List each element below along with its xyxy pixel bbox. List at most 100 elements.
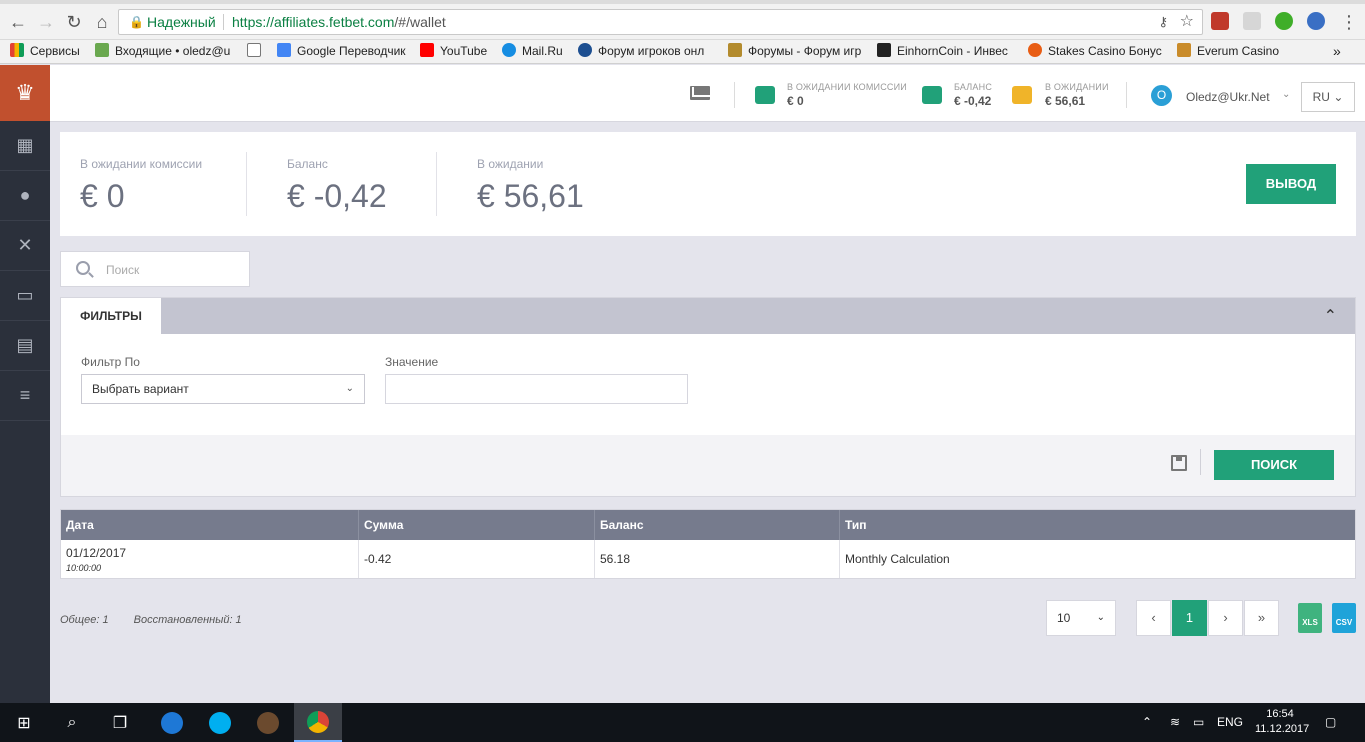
- bookmark-stakes-casino[interactable]: Stakes Casino Бонус: [1028, 40, 1162, 64]
- shield-extension-icon[interactable]: [1243, 12, 1261, 30]
- chrome-icon[interactable]: [294, 703, 342, 742]
- column-header-amount[interactable]: Сумма: [359, 510, 595, 540]
- balance-label: БАЛАНС: [954, 82, 993, 92]
- user-email[interactable]: Oledz@Ukr.Net: [1186, 90, 1270, 104]
- notifications-icon[interactable]: ▢: [1325, 703, 1336, 742]
- green-extension-icon[interactable]: [1275, 12, 1293, 30]
- home-icon[interactable]: ⌂: [90, 10, 114, 34]
- wallet-icon: [755, 86, 775, 104]
- bookmark-label: Форумы - Форум игр: [748, 44, 862, 58]
- mail-icon[interactable]: [690, 86, 710, 100]
- search-input[interactable]: Поиск: [60, 251, 250, 287]
- csv-export-icon[interactable]: CSV: [1332, 603, 1356, 633]
- secure-label: Надежный: [147, 14, 216, 30]
- pdf-extension-icon[interactable]: [1211, 12, 1229, 30]
- forward-arrow-icon[interactable]: →: [34, 10, 58, 34]
- bookmark-inbox[interactable]: Входящие • oledz@u: [95, 40, 230, 64]
- tray-chevron-icon[interactable]: ⌃: [1142, 703, 1152, 742]
- table-header: Дата Сумма Баланс Тип: [61, 510, 1355, 540]
- app-icon[interactable]: [244, 703, 292, 742]
- user-icon[interactable]: ●: [0, 171, 50, 221]
- document-icon[interactable]: ▤: [0, 321, 50, 371]
- summary-divider: [436, 152, 437, 216]
- search-icon[interactable]: ⌕: [48, 703, 96, 742]
- battery-icon[interactable]: ▭: [1193, 703, 1204, 742]
- bookmark-label: EinhornCoin - Инвес: [897, 44, 1008, 58]
- clock-date: 11.12.2017: [1255, 723, 1310, 735]
- bookmarks-more-button[interactable]: »: [1333, 40, 1341, 64]
- bookmark-everum-casino[interactable]: Everum Casino: [1177, 40, 1279, 64]
- bookmark-label: Сервисы: [30, 44, 80, 58]
- tools-icon[interactable]: ✕: [0, 221, 50, 271]
- pending-value: € 56,61: [1045, 94, 1086, 108]
- bookmark-mailru[interactable]: Mail.Ru: [502, 40, 563, 64]
- filters-header: ФИЛЬТРЫ ⌃: [61, 298, 1355, 334]
- page-1-button[interactable]: 1: [1172, 600, 1207, 636]
- summary-balance-value: € -0,42: [287, 178, 387, 214]
- bookmark-youtube[interactable]: YouTube: [420, 40, 487, 64]
- bookmark-label: Mail.Ru: [522, 44, 563, 58]
- value-field[interactable]: [385, 374, 688, 404]
- cell-balance: 56.18: [595, 540, 840, 578]
- next-page-button[interactable]: ›: [1208, 600, 1243, 636]
- pending-commission-value: € 0: [787, 94, 804, 108]
- save-icon[interactable]: [1171, 455, 1187, 471]
- crown-logo-icon[interactable]: ♛: [0, 65, 50, 121]
- url-host: https://affiliates.fetbet.com: [232, 14, 395, 30]
- bookmark-star-icon[interactable]: ☆: [1180, 10, 1194, 34]
- reload-icon[interactable]: ↻: [62, 10, 86, 34]
- last-page-button[interactable]: »: [1244, 600, 1279, 636]
- network-icon[interactable]: ≋: [1170, 703, 1180, 742]
- bookmarks-bar: Сервисы Входящие • oledz@u Google Перево…: [0, 40, 1365, 64]
- menu-dots-icon[interactable]: ⋮: [1337, 10, 1361, 34]
- bookmark-forums[interactable]: Форумы - Форум игр: [728, 40, 861, 64]
- filters-panel: ФИЛЬТРЫ ⌃ Фильтр По Выбрать вариант ⌄ Зн…: [60, 297, 1356, 497]
- tab-strip: [0, 0, 1365, 4]
- chevron-up-icon[interactable]: ⌃: [1324, 306, 1337, 326]
- column-header-balance[interactable]: Баланс: [595, 510, 840, 540]
- column-header-date[interactable]: Дата: [61, 510, 359, 540]
- language-select[interactable]: RU ⌄: [1301, 82, 1355, 112]
- skype-icon[interactable]: [196, 703, 244, 742]
- address-bar[interactable]: 🔒 Надежный https://affiliates.fetbet.com…: [118, 9, 1203, 35]
- language-indicator[interactable]: ENG: [1217, 703, 1243, 742]
- url-path: /#/wallet: [394, 14, 446, 30]
- topbar-divider: [734, 82, 735, 108]
- bookmark-einhorncoin[interactable]: EinhornCoin - Инвес: [877, 40, 1008, 64]
- translate-icon: [277, 43, 291, 57]
- search-button[interactable]: ПОИСК: [1214, 450, 1334, 480]
- filter-icon[interactable]: ≡: [0, 371, 50, 421]
- browser-toolbar: ← → ↻ ⌂ 🔒 Надежный https://affiliates.fe…: [0, 0, 1365, 40]
- dashboard-icon[interactable]: ▦: [0, 121, 50, 171]
- clock-time: 16:54: [1266, 708, 1294, 720]
- bookmark-label: Stakes Casino Бонус: [1048, 44, 1162, 58]
- tab-filters[interactable]: ФИЛЬТРЫ: [61, 298, 161, 334]
- youtube-icon: [420, 43, 434, 57]
- globe-extension-icon[interactable]: [1307, 12, 1325, 30]
- withdraw-button[interactable]: ВЫВОД: [1246, 164, 1336, 204]
- clock[interactable]: 16:54 11.12.2017: [1255, 707, 1310, 737]
- column-header-type[interactable]: Тип: [840, 510, 1355, 540]
- windows-start-icon[interactable]: ⊞: [0, 703, 48, 742]
- unicorn-icon: [877, 43, 891, 57]
- prev-page-button[interactable]: ‹: [1136, 600, 1171, 636]
- key-icon[interactable]: ⚷: [1158, 10, 1168, 34]
- xls-export-icon[interactable]: XLS: [1298, 603, 1322, 633]
- wallet-summary: В ожидании комиссии € 0 Баланс € -0,42 В…: [60, 132, 1356, 236]
- back-arrow-icon[interactable]: ←: [6, 10, 30, 34]
- bookmark-google-translate[interactable]: Google Переводчик: [277, 40, 406, 64]
- task-view-icon[interactable]: ❐: [96, 703, 144, 742]
- bookmark-page[interactable]: [247, 40, 267, 64]
- footer-divider: [1200, 449, 1201, 475]
- page-size-select[interactable]: 10 ⌄: [1046, 600, 1116, 636]
- edge-icon[interactable]: [148, 703, 196, 742]
- wallet-card-icon[interactable]: ▭: [0, 271, 50, 321]
- bookmark-forum-players[interactable]: Форум игроков онл: [578, 40, 704, 64]
- filter-by-select[interactable]: Выбрать вариант ⌄: [81, 374, 365, 404]
- summary-balance-label: Баланс: [287, 157, 328, 171]
- chevron-down-icon[interactable]: ⌄: [1282, 89, 1290, 100]
- avatar[interactable]: O: [1151, 85, 1172, 106]
- bookmark-services[interactable]: Сервисы: [10, 40, 80, 64]
- app-topbar: В ОЖИДАНИИ КОМИССИИ € 0 БАЛАНС € -0,42 В…: [50, 65, 1365, 122]
- mail-icon: [95, 43, 109, 57]
